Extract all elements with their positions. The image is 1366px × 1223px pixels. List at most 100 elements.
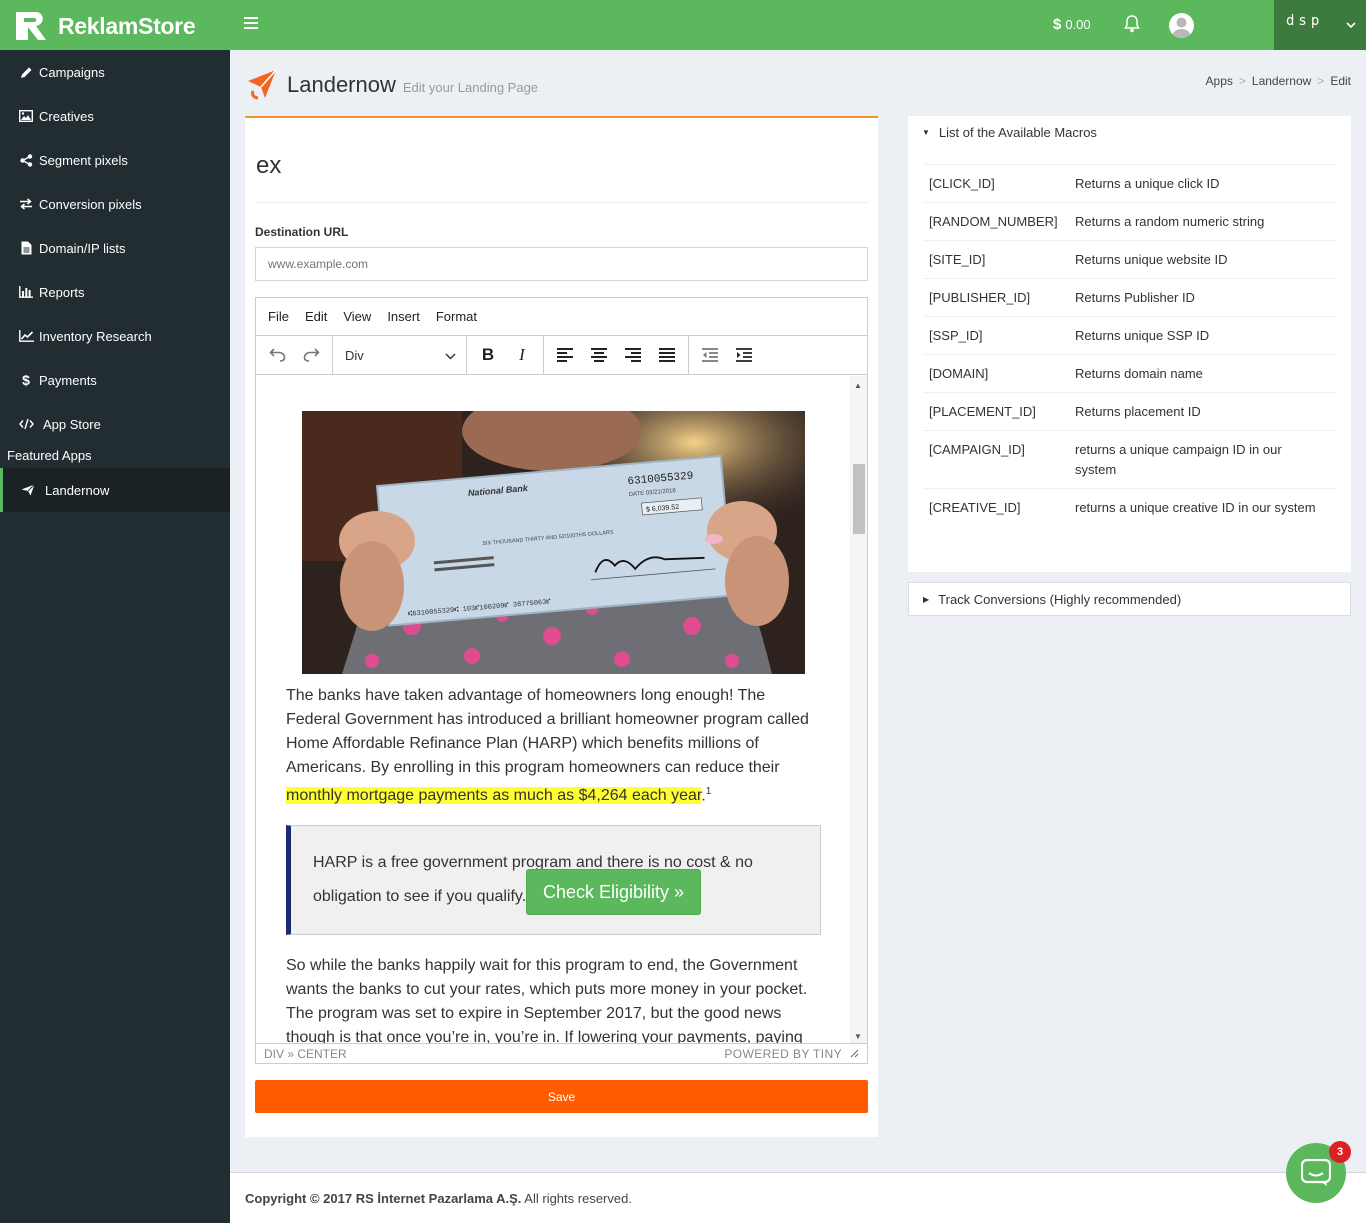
unread-count-badge: 3 [1329,1141,1351,1163]
align-right-icon[interactable] [616,340,650,370]
macro-name: [SITE_ID] [929,252,986,267]
paragraph-text: The banks have taken advantage of homeow… [286,687,809,776]
menu-file[interactable]: File [260,309,297,324]
landernow-logo-icon [245,67,279,104]
highlighted-savings: monthly mortgage payments as much as $4,… [286,787,702,805]
menu-toggle-icon[interactable] [244,17,258,29]
sidebar-item-label: Domain/IP lists [39,240,126,256]
username: dsp [1286,13,1324,29]
sidebar-item-reports[interactable]: Reports [0,270,230,314]
editor-menubar: File Edit View Insert Format [256,298,867,336]
powered-by-tiny[interactable]: POWERED BY TINY [724,1047,842,1061]
table-row: [SSP_ID] Returns unique SSP ID [923,317,1336,355]
align-left-icon[interactable] [548,340,582,370]
track-conversions-accordion-header[interactable]: ▶ Track Conversions (Highly recommended) [909,583,1350,616]
align-center-icon[interactable] [582,340,616,370]
reklamstore-logo-icon [14,10,50,42]
resize-handle-icon[interactable] [850,1047,859,1061]
rich-text-editor: File Edit View Insert Format Div B I Nat… [255,297,868,1064]
sidebar-item-segment-pixels[interactable]: Segment pixels [0,138,230,182]
top-navbar: ReklamStore $0.00 dsp [0,0,1366,50]
macros-title: List of the Available Macros [938,125,1097,140]
element-path[interactable]: DIV » CENTER [264,1047,347,1061]
sidebar-item-label: Landernow [45,482,110,498]
editor-content-area[interactable]: National Bank 6310055329 DATE 03/21/2016… [256,376,867,1044]
block-format-value: Div [345,347,364,363]
destination-url-label: Destination URL [255,225,349,239]
sidebar-item-label: Segment pixels [39,152,128,168]
menu-format[interactable]: Format [428,309,485,324]
menu-edit[interactable]: Edit [297,309,335,324]
breadcrumb-landernow[interactable]: Landernow [1252,74,1311,88]
undo-icon[interactable] [260,340,294,370]
sidebar-item-label: App Store [43,416,101,432]
footer-text: Copyright © 2017 RS İnternet Pazarlama A… [245,1191,632,1206]
indent-icon[interactable] [727,340,761,370]
divider [255,202,868,203]
notification-bell-icon[interactable] [1124,15,1140,36]
macros-accordion-header[interactable]: ▼ List of the Available Macros [908,116,1351,149]
bold-icon[interactable]: B [471,340,505,370]
block-format-group: Div [333,335,467,375]
table-row: [SITE_ID] Returns unique website ID [923,241,1336,279]
sidebar-item-conversion-pixels[interactable]: Conversion pixels [0,182,230,226]
sidebar-item-landernow[interactable]: Landernow [0,468,230,512]
line-chart-icon [18,329,34,343]
footer: Copyright © 2017 RS İnternet Pazarlama A… [230,1172,1366,1223]
featured-apps-header: Featured Apps [7,448,92,463]
macro-name: [DOMAIN] [929,366,989,381]
pencil-icon [18,65,34,79]
user-avatar[interactable] [1169,13,1194,38]
macro-name: [SSP_ID] [929,328,983,343]
editor-toolbar: Div B I [256,335,867,375]
align-justify-icon[interactable] [650,340,684,370]
code-icon [18,417,34,431]
sidebar-item-label: Creatives [39,108,94,124]
block-format-select[interactable]: Div [337,340,462,370]
table-row: [RANDOM_NUMBER] Returns a random numeric … [923,203,1336,241]
table-row: [CREATIVE_ID] returns a unique creative I… [923,489,1336,526]
sidebar-item-label: Campaigns [39,64,105,80]
copyright-text: Copyright © 2017 RS İnternet Pazarlama A… [245,1191,522,1206]
harp-callout: HARP is a free government program and th… [286,825,821,935]
brand-logo[interactable]: ReklamStore [14,10,196,42]
sidebar-item-campaigns[interactable]: Campaigns [0,50,230,94]
sidebar-item-label: Payments [39,372,97,388]
footnote-ref: 1 [705,786,712,797]
dollar-icon: $ [1053,16,1062,33]
sidebar-item-inventory-research[interactable]: Inventory Research [0,314,230,358]
sidebar-item-payments[interactable]: $ Payments [0,358,230,402]
menu-insert[interactable]: Insert [379,309,428,324]
destination-url-input[interactable] [255,247,868,281]
italic-icon[interactable]: I [505,340,539,370]
outdent-icon[interactable] [693,340,727,370]
save-button[interactable]: Save [255,1080,868,1113]
chat-launcher[interactable]: 3 [1286,1141,1351,1203]
scroll-down-icon[interactable]: ▼ [854,1032,862,1041]
file-icon [18,241,34,255]
page-title: Landernow [287,72,396,97]
user-menu[interactable]: dsp [1274,0,1366,50]
text-style-group: B I [467,335,544,375]
menu-view[interactable]: View [335,309,379,324]
breadcrumb-apps[interactable]: Apps [1206,74,1233,88]
scroll-thumb[interactable] [853,464,865,534]
breadcrumb-edit: Edit [1330,74,1351,88]
share-icon [18,153,34,167]
track-conversions-panel: ▶ Track Conversions (Highly recommended) [908,582,1351,616]
chevron-down-icon [445,348,456,363]
balance-display[interactable]: $0.00 [1053,16,1091,33]
sidebar-item-creatives[interactable]: Creatives [0,94,230,138]
bar-chart-icon [18,285,34,299]
editor-scrollbar[interactable]: ▲ ▼ [850,376,867,1044]
macro-description: Returns domain name [1075,366,1203,381]
caret-down-icon: ▼ [922,128,930,137]
sidebar-item-app-store[interactable]: App Store [0,402,230,446]
check-eligibility-button[interactable]: Check Eligibility » [526,869,701,915]
chevron-down-icon [1346,17,1356,32]
redo-icon[interactable] [294,340,328,370]
scroll-up-icon[interactable]: ▲ [854,381,862,390]
table-row: [CAMPAIGN_ID] returns a unique campaign I… [923,431,1336,489]
sidebar-item-domain-ip-lists[interactable]: Domain/IP lists [0,226,230,270]
check-photo: National Bank 6310055329 DATE 03/21/2016… [302,411,805,674]
